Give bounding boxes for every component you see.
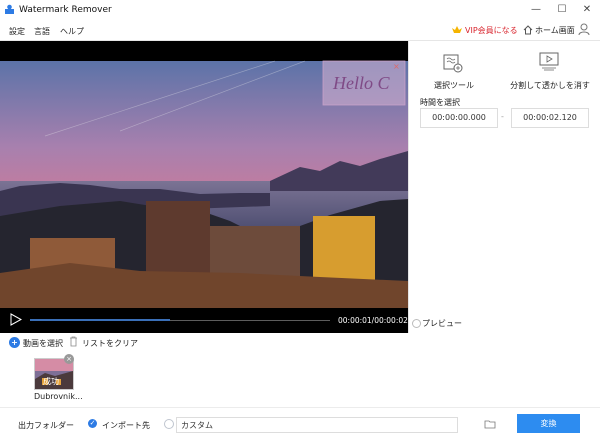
watermark-text: Hello C — [332, 73, 390, 93]
app-icon — [5, 4, 14, 14]
crown-icon — [452, 26, 462, 33]
custom-path-input[interactable]: カスタム — [176, 417, 458, 433]
time-display: 00:00:01/00:00:02 — [338, 316, 408, 325]
import-radio-checked-icon[interactable]: ✓ — [88, 419, 97, 428]
close-button[interactable]: ✕ — [574, 0, 600, 20]
minimize-button[interactable]: — — [523, 0, 549, 20]
menu-help[interactable]: ヘルプ — [60, 26, 84, 37]
home-icon — [523, 25, 533, 35]
preview-radio[interactable] — [412, 319, 421, 328]
play-icon[interactable] — [10, 313, 22, 326]
import-dest-option[interactable]: インポート先 — [102, 420, 150, 431]
convert-button[interactable]: 変換 — [517, 414, 580, 433]
video-frame: Hello C × — [0, 60, 408, 333]
split-tool-icon[interactable] — [538, 52, 560, 72]
user-icon[interactable] — [577, 22, 591, 36]
time-separator: - — [501, 112, 504, 121]
preview-label[interactable]: プレビュー — [422, 318, 462, 329]
select-video-button[interactable]: 動画を選択 — [23, 338, 63, 349]
output-folder-label: 出力フォルダー — [18, 421, 74, 430]
select-tool-icon[interactable] — [443, 53, 463, 73]
remove-thumbnail-icon[interactable]: × — [64, 354, 74, 364]
select-tool-label[interactable]: 選択ツール — [414, 80, 494, 91]
end-time-input[interactable]: 00:00:02.120 — [511, 108, 589, 128]
start-time-input[interactable]: 00:00:00.000 — [420, 108, 498, 128]
home-button[interactable]: ホーム画面 — [523, 24, 575, 36]
progress-fill — [30, 319, 170, 321]
video-player[interactable]: Hello C × — [0, 41, 408, 333]
thumbnail-filename: Dubrovnik... — [34, 392, 83, 401]
time-select-label: 時間を選択 — [420, 98, 460, 107]
folder-icon[interactable] — [484, 419, 496, 429]
thumbnail-status: 成功 — [43, 377, 59, 386]
add-video-icon[interactable]: + — [9, 337, 20, 348]
watermark-remove-icon[interactable]: × — [393, 62, 400, 71]
vip-label: VIP会員になる — [465, 25, 518, 35]
trash-icon[interactable] — [69, 336, 78, 347]
split-tool-label[interactable]: 分割して透かしを消す — [507, 80, 593, 91]
home-label: ホーム画面 — [535, 25, 575, 35]
maximize-button[interactable]: ☐ — [549, 0, 575, 20]
vip-button[interactable]: VIP会員になる — [451, 24, 518, 36]
menu-settings[interactable]: 設定 — [9, 26, 25, 37]
custom-radio[interactable] — [164, 419, 174, 429]
window-title: Watermark Remover — [19, 5, 112, 15]
clear-list-button[interactable]: リストをクリア — [82, 338, 138, 349]
menu-language[interactable]: 言語 — [34, 26, 50, 37]
